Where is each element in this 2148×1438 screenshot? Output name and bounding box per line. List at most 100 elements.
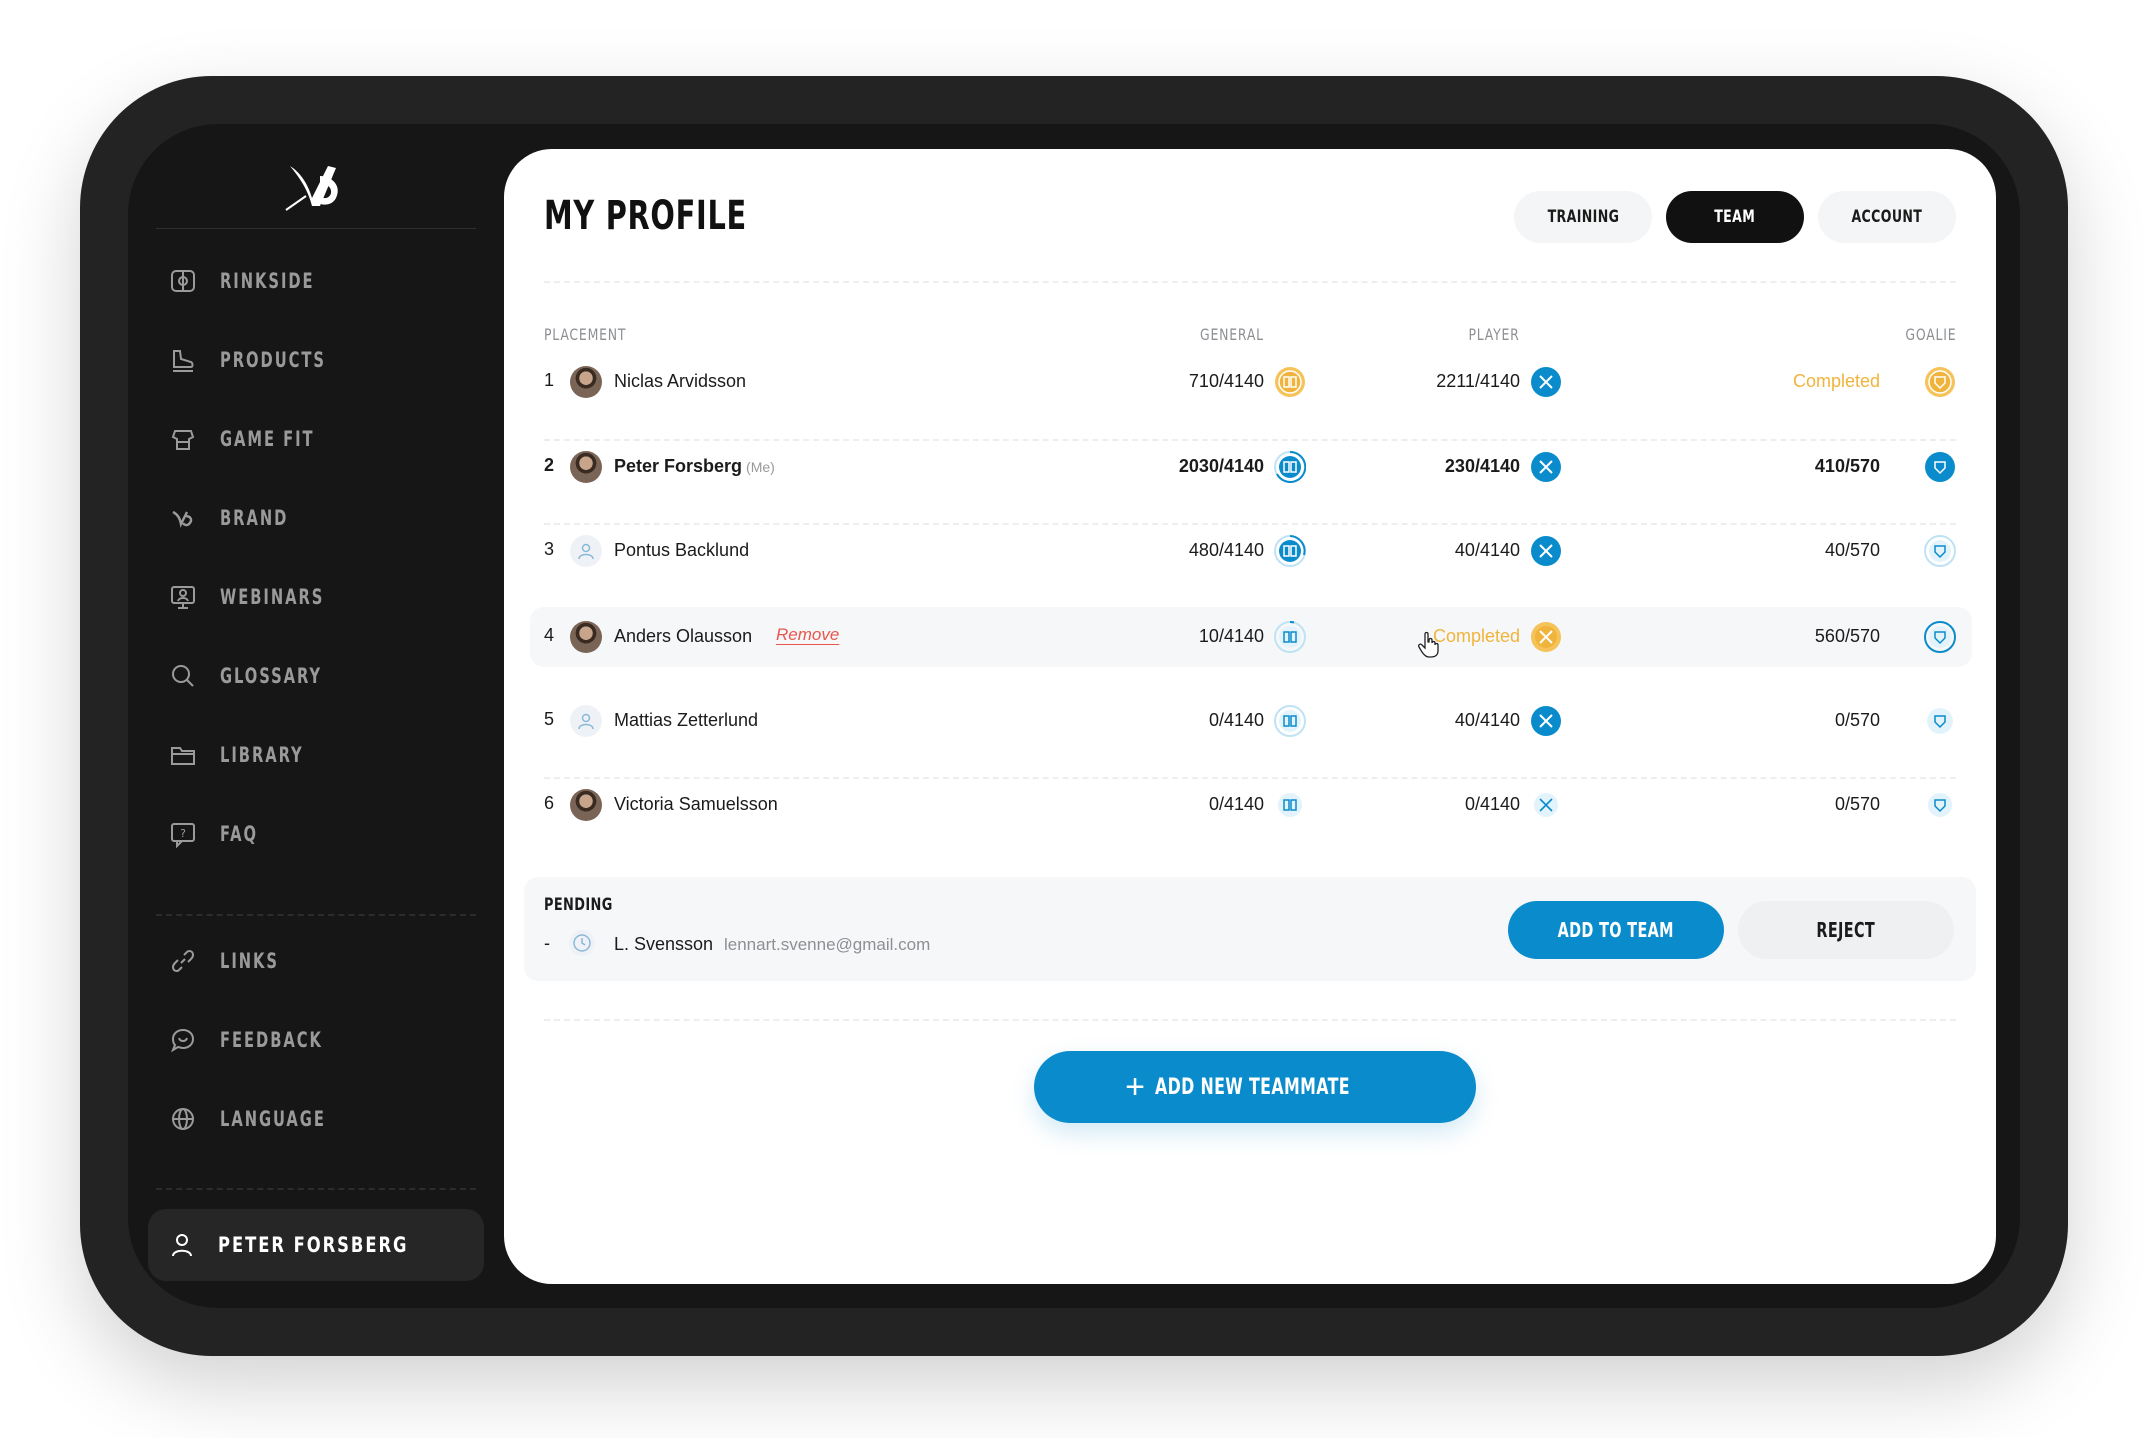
general-score: 2030/4140 [1178,456,1264,476]
tab-training[interactable]: TRAINING [1514,191,1652,243]
sidebar-item-label: FEEDBACK [220,1028,323,1052]
sidebar-item-library[interactable]: LIBRARY [168,730,468,780]
table-row[interactable]: 1 Niclas Arvidsson 710/4140 2211/4140 Co… [544,352,1956,412]
skate-icon [168,345,198,375]
column-header-placement: PLACEMENT [544,325,627,344]
sidebar-item-language[interactable]: LANGUAGE [168,1094,468,1144]
reject-button[interactable]: REJECT [1738,901,1954,959]
avatar [570,621,602,653]
player-name: Anders Olausson [614,626,753,646]
table-row[interactable]: 5 Mattias Zetterlund 0/4140 40/4140 0/57… [544,691,1956,751]
pending-placement: - [544,933,550,953]
sidebar-item-label: RINKSIDE [220,269,315,293]
sidebar-item-brand[interactable]: BRAND [168,493,468,543]
rank: 2 [544,455,555,475]
sidebar-item-label: LIBRARY [220,743,304,767]
avatar-placeholder-icon [570,535,602,567]
goalie-mask-badge-icon [1928,793,1952,817]
sidebar-item-faq[interactable]: ? FAQ [168,809,468,859]
tab-label: ACCOUNT [1851,207,1923,227]
add-new-teammate-button[interactable]: + ADD NEW TEAMMATE [1034,1051,1476,1123]
svg-text:?: ? [180,827,186,840]
user-icon [172,1234,192,1257]
general-score: 480/4140 [1188,540,1264,560]
tab-label: TEAM [1714,207,1756,227]
rank: 3 [544,539,555,559]
page-title: MY PROFILE [544,193,747,239]
globe-icon [168,1104,198,1134]
fit-icon [168,424,198,454]
folder-icon [168,740,198,770]
sidebar-item-webinars[interactable]: WEBINARS [168,572,468,622]
player-sticks-badge-icon [1534,793,1558,817]
rank: 1 [544,370,555,390]
column-header-goalie: GOALIE [1904,325,1956,344]
general-score: 10/4140 [1198,626,1264,646]
sidebar-item-products[interactable]: PRODUCTS [168,335,468,385]
player-name: Mattias Zetterlund [614,710,759,730]
player-score: Completed [1432,626,1520,646]
general-book-badge-icon [1275,367,1305,397]
tab-team[interactable]: TEAM [1666,191,1804,243]
goalie-mask-badge-icon [1924,621,1956,653]
sidebar-item-feedback[interactable]: FEEDBACK [168,1015,468,1065]
general-score: 0/4140 [1208,710,1264,730]
rink-icon [168,266,198,296]
sidebar-item-links[interactable]: LINKS [168,936,468,986]
sidebar: RINKSIDE PRODUCTS GAME FIT BRAND WEBINAR… [128,124,504,1308]
rank: 4 [544,625,555,645]
player-name: Niclas Arvidsson [614,371,747,391]
sidebar-item-label: PRODUCTS [220,348,326,372]
avatar [570,789,602,821]
player-name: Pontus Backlund [614,540,750,560]
general-score: 710/4140 [1188,371,1264,391]
goalie-score: 560/570 [1814,626,1880,646]
table-row-hovered[interactable]: 4 Anders Olausson Remove 10/4140 Complet… [530,607,1972,667]
player-sticks-badge-icon [1531,452,1561,482]
player-score: 40/4140 [1454,540,1520,560]
add-to-team-button[interactable]: ADD TO TEAM [1508,901,1724,959]
sidebar-divider [156,914,476,916]
sidebar-item-label: WEBINARS [220,585,325,609]
goalie-score: 0/570 [1834,794,1880,814]
table-row[interactable]: 3 Pontus Backlund 480/4140 40/4140 40/57… [544,521,1956,581]
sidebar-divider [156,228,476,229]
tab-account[interactable]: ACCOUNT [1818,191,1956,243]
goalie-mask-badge-icon [1925,452,1955,482]
goalie-score: 40/570 [1824,540,1880,560]
main-panel: MY PROFILE TRAINING TEAM ACCOUNT PLACEME… [504,149,1996,1284]
player-score: 2211/4140 [1436,371,1520,391]
divider [544,281,1956,283]
table-row[interactable]: 2 Peter Forsberg (Me) 2030/4140 230/4140 … [544,437,1956,497]
sidebar-item-label: BRAND [220,506,289,530]
general-book-badge-icon [1278,793,1302,817]
user-profile-button[interactable]: PETER FORSBERG [148,1209,484,1281]
player-score: 40/4140 [1454,710,1520,730]
sidebar-item-label: LINKS [220,949,279,973]
plus-icon: + [1125,1068,1145,1106]
goalie-mask-badge-icon [1924,535,1956,567]
avatar-placeholder-icon [570,705,602,737]
general-book-badge-icon [1274,451,1306,483]
pending-email: lennart.svenne@gmail.com [724,935,931,954]
sidebar-item-label: GAME FIT [220,427,315,451]
sidebar-item-glossary[interactable]: GLOSSARY [168,651,468,701]
goalie-score: 410/570 [1814,456,1880,476]
sidebar-item-rinkside[interactable]: RINKSIDE [168,256,468,306]
general-book-badge-icon [1274,621,1306,653]
clock-icon [569,930,595,956]
tab-bar: TRAINING TEAM ACCOUNT [1514,191,1956,243]
player-sticks-badge-icon [1531,622,1561,652]
remove-link[interactable]: Remove [776,625,839,645]
sidebar-item-game-fit[interactable]: GAME FIT [168,414,468,464]
divider [544,1019,1956,1021]
sidebar-item-label: LANGUAGE [220,1107,326,1131]
button-label: ADD TO TEAM [1557,918,1675,942]
table-row[interactable]: 6 Victoria Samuelsson 0/4140 0/4140 0/57… [544,775,1956,835]
goalie-mask-badge-icon [1925,367,1955,397]
screen: RINKSIDE PRODUCTS GAME FIT BRAND WEBINAR… [128,124,2020,1308]
brand-logo-icon[interactable] [276,146,356,226]
pending-request: PENDING - L. Svensson lennart.svenne@gma… [524,877,1976,981]
sidebar-divider [156,1188,476,1190]
column-header-player: PLAYER [1468,325,1520,344]
